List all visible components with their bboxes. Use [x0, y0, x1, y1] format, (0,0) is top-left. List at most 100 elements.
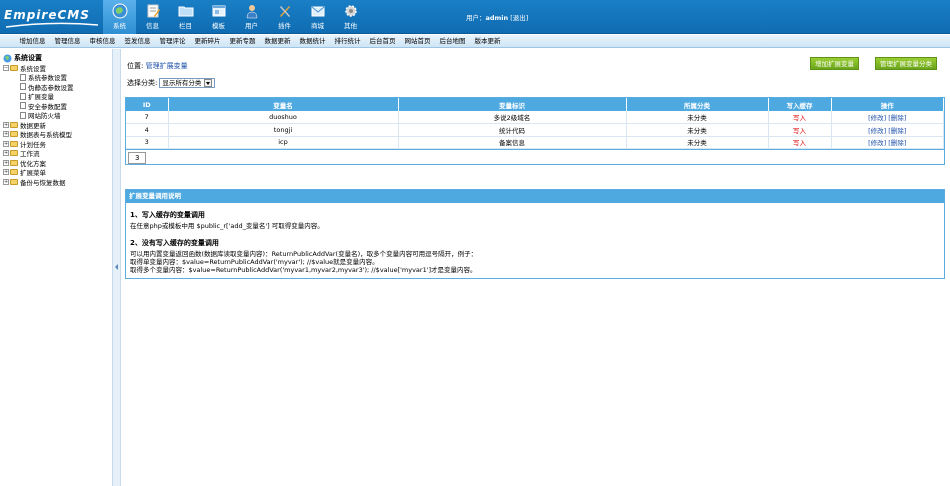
quick-menu: 增加信息 管理信息 审核信息 签发信息 管理评论 更新碎片 更新专题 数据更新 … [0, 35, 950, 48]
edit-link[interactable]: [修改] [868, 114, 886, 122]
user-info: 用户：admin [退出] [466, 12, 528, 22]
user-prefix: 用户： [466, 14, 486, 22]
edit-link[interactable]: [修改] [868, 127, 886, 135]
cell-name: duoshuo [168, 111, 399, 124]
breadcrumb: 位置: 管理扩展变量 [127, 62, 188, 70]
folder-icon [10, 140, 18, 147]
delete-link[interactable]: [删除] [888, 139, 906, 147]
logo-swoosh-icon [6, 22, 98, 28]
filter-label: 选择分类: [127, 79, 158, 87]
cell-mark: 统计代码 [398, 123, 627, 137]
help-title: 扩展变量调用说明 [126, 190, 944, 203]
cell-name: tongji [168, 123, 399, 137]
help-text: 可以用内置变量返回函数(数据库读取变量内容)：ReturnPublicAddVa… [130, 250, 478, 258]
submenu-item[interactable]: 数据更新 [260, 35, 295, 47]
write-cache-link[interactable]: 写入 [768, 123, 832, 137]
expand-icon[interactable]: + [3, 169, 9, 176]
nav-plugin[interactable]: 插件 [268, 0, 301, 34]
col-ops: 操作 [831, 98, 944, 111]
cell-ops: [修改] [删除] [831, 136, 944, 149]
submenu-item[interactable]: 审核信息 [85, 35, 120, 47]
submenu-item[interactable]: 管理评论 [155, 35, 190, 47]
delete-link[interactable]: [删除] [888, 114, 906, 122]
tree-node[interactable]: + 备份与恢复数据 [3, 177, 109, 187]
page-icon [20, 73, 26, 81]
submenu-item[interactable]: 更新专题 [225, 35, 260, 47]
submenu-item[interactable]: 更新碎片 [190, 35, 225, 47]
logo[interactable]: EmpireCMS [4, 6, 98, 30]
tree-leaf[interactable]: 伪静态参数设置 [3, 82, 109, 92]
submenu-item[interactable]: 增加信息 [15, 35, 50, 47]
expand-icon[interactable]: + [3, 150, 9, 157]
manage-variable-class-button[interactable]: 管理扩展变量分类 [875, 57, 937, 70]
nav-other[interactable]: 其他 [334, 0, 367, 34]
main-nav: 系统 信息 栏目 模板 用户 插件 商城 其他 [103, 0, 367, 34]
user-icon [246, 5, 257, 19]
chevron-down-icon[interactable] [204, 79, 213, 87]
globe-icon [112, 3, 127, 19]
expand-icon[interactable]: + [3, 121, 9, 128]
tree-leaf[interactable]: 安全参数配置 [3, 101, 109, 111]
submenu-item[interactable]: 版本更新 [470, 35, 505, 47]
page-icon [20, 111, 26, 119]
nav-user[interactable]: 用户 [235, 0, 268, 34]
collapse-arrow-icon[interactable] [115, 264, 118, 270]
write-cache-link[interactable]: 写入 [768, 111, 832, 124]
expand-icon[interactable]: + [3, 140, 9, 147]
logout-link[interactable]: [退出] [510, 14, 528, 22]
help-heading: 1、写入缓存的变量调用 [130, 211, 205, 219]
class-select[interactable]: 显示所有分类 [159, 78, 216, 88]
write-cache-link[interactable]: 写入 [768, 136, 832, 149]
cell-name: icp [168, 136, 399, 149]
expand-icon[interactable]: + [3, 131, 9, 138]
folder-icon [10, 121, 18, 128]
nav-template[interactable]: 模板 [202, 0, 235, 34]
tree-root[interactable]: 系统设置 [3, 53, 109, 63]
edit-link[interactable]: [修改] [868, 139, 886, 147]
submenu-item[interactable]: 后台地图 [435, 35, 470, 47]
submenu-item[interactable]: 管理信息 [50, 35, 85, 47]
nav-label: 模板 [212, 22, 225, 30]
page-icon [20, 83, 26, 91]
help-text: 在任意php或模板中用 $public_r['add_变量名'] 可取得变量内容… [130, 222, 324, 230]
submenu-item[interactable]: 后台首页 [365, 35, 400, 47]
page-icon [20, 102, 26, 110]
sidebar-splitter[interactable] [113, 49, 121, 486]
tree-node[interactable]: + 计划任务 [3, 139, 109, 149]
help-box: 扩展变量调用说明 1、写入缓存的变量调用 在任意php或模板中用 $public… [125, 189, 945, 279]
folder-icon [10, 178, 18, 185]
tree-node-system[interactable]: − 系统设置 [3, 63, 109, 73]
submenu-item[interactable]: 数据统计 [295, 35, 330, 47]
expand-icon[interactable]: + [3, 178, 9, 185]
help-heading: 2、没有写入缓存的变量调用 [130, 239, 219, 247]
delete-link[interactable]: [删除] [888, 127, 906, 135]
help-text: 取得单变量内容：$value=ReturnPublicAddVar('myvar… [130, 258, 379, 266]
nav-info[interactable]: 信息 [136, 0, 169, 34]
nav-column[interactable]: 栏目 [169, 0, 202, 34]
breadcrumb-link[interactable]: 管理扩展变量 [146, 62, 188, 70]
submenu-item[interactable]: 签发信息 [120, 35, 155, 47]
tree-node[interactable]: + 工作流 [3, 149, 109, 158]
tree-node[interactable]: + 扩展菜单 [3, 168, 109, 177]
tools-icon [279, 6, 290, 17]
submenu-item[interactable]: 网站首页 [400, 35, 435, 47]
tree-leaf[interactable]: 系统参数设置 [3, 73, 109, 82]
tree-node[interactable]: + 数据表与系统模型 [3, 130, 109, 139]
nav-label: 信息 [146, 22, 159, 30]
collapse-icon[interactable]: − [3, 64, 9, 71]
submenu-item[interactable]: 排行统计 [330, 35, 365, 47]
folder-icon [10, 169, 18, 176]
add-variable-button[interactable]: 增加扩展变量 [810, 57, 859, 70]
tree-node[interactable]: + 优化方案 [3, 158, 109, 168]
template-window-icon [212, 5, 225, 17]
nav-label: 商城 [311, 22, 324, 30]
tree-node[interactable]: + 数据更新 [3, 120, 109, 130]
expand-icon[interactable]: + [3, 159, 9, 166]
nav-system[interactable]: 系统 [103, 0, 136, 34]
nav-shop[interactable]: 商城 [301, 0, 334, 34]
tree-leaf[interactable]: 扩展变量 [3, 92, 109, 101]
cell-id: 7 [126, 111, 169, 124]
tree-leaf[interactable]: 网站防火墙 [3, 111, 109, 120]
username: admin [485, 14, 509, 22]
page-number[interactable]: 3 [128, 152, 147, 164]
